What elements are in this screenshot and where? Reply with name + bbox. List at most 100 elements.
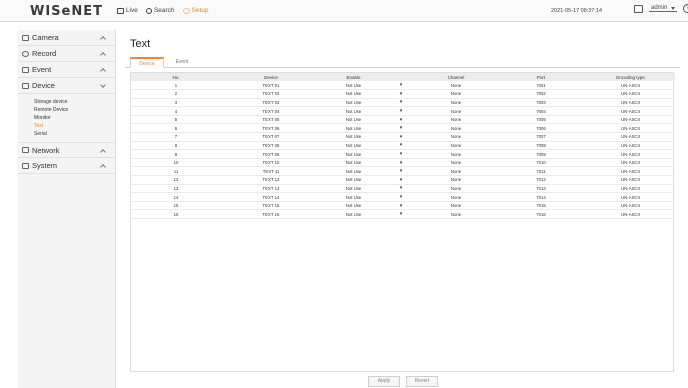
- sidebar-item-system[interactable]: System: [18, 158, 115, 174]
- encoding-type-cell[interactable]: UN-ASCII: [586, 133, 675, 142]
- encoding-type-cell[interactable]: UN-ASCII: [586, 81, 675, 90]
- enable-select[interactable]: Not Use: [321, 184, 386, 193]
- enable-dropdown-icon[interactable]: ▾: [386, 98, 416, 107]
- enable-select[interactable]: Not Use: [321, 90, 386, 99]
- enable-select[interactable]: Not Use: [321, 150, 386, 159]
- enable-dropdown-icon[interactable]: ▾: [386, 115, 416, 124]
- port-cell[interactable]: 7014: [496, 193, 586, 202]
- enable-dropdown-icon[interactable]: ▾: [386, 150, 416, 159]
- enable-dropdown-icon[interactable]: ▾: [386, 81, 416, 90]
- apply-button[interactable]: Apply: [368, 376, 400, 387]
- enable-dropdown-icon[interactable]: ▾: [386, 167, 416, 176]
- user-dropdown[interactable]: admin: [649, 5, 677, 12]
- enable-dropdown-icon[interactable]: ▾: [386, 124, 416, 133]
- channel-cell[interactable]: None: [416, 150, 496, 159]
- port-cell[interactable]: 7010: [496, 158, 586, 167]
- logout-icon[interactable]: [634, 4, 643, 13]
- port-cell[interactable]: 7003: [496, 98, 586, 107]
- enable-select[interactable]: Not Use: [321, 98, 386, 107]
- port-cell[interactable]: 7009: [496, 150, 586, 159]
- channel-cell[interactable]: None: [416, 98, 496, 107]
- port-cell[interactable]: 7011: [496, 167, 586, 176]
- enable-select[interactable]: Not Use: [321, 133, 386, 142]
- channel-cell[interactable]: None: [416, 176, 496, 185]
- revert-button[interactable]: Revert: [406, 376, 438, 387]
- submenu-monitor[interactable]: Monitor: [34, 114, 115, 122]
- enable-select[interactable]: Not Use: [321, 141, 386, 150]
- encoding-type-cell[interactable]: UN-ASCII: [586, 124, 675, 133]
- channel-cell[interactable]: None: [416, 81, 496, 90]
- channel-cell[interactable]: None: [416, 107, 496, 116]
- sidebar-item-event[interactable]: Event: [18, 62, 115, 78]
- nav-search[interactable]: Search: [145, 7, 175, 14]
- encoding-type-cell[interactable]: UN-ASCII: [586, 141, 675, 150]
- enable-dropdown-icon[interactable]: ▾: [386, 90, 416, 99]
- encoding-type-cell[interactable]: UN-ASCII: [586, 176, 675, 185]
- sidebar-item-record[interactable]: Record: [18, 46, 115, 62]
- channel-cell[interactable]: None: [416, 141, 496, 150]
- enable-select[interactable]: Not Use: [321, 81, 386, 90]
- enable-select[interactable]: Not Use: [321, 193, 386, 202]
- encoding-type-cell[interactable]: UN-ASCII: [586, 90, 675, 99]
- enable-dropdown-icon[interactable]: ▾: [386, 193, 416, 202]
- encoding-type-cell[interactable]: UN-ASCII: [586, 201, 675, 210]
- channel-cell[interactable]: None: [416, 201, 496, 210]
- submenu-storage-device[interactable]: Storage device: [34, 98, 115, 106]
- submenu-remote-device[interactable]: Remote Device: [34, 106, 115, 114]
- channel-cell[interactable]: None: [416, 115, 496, 124]
- tab-device[interactable]: Device: [130, 57, 164, 68]
- encoding-type-cell[interactable]: UN-ASCII: [586, 115, 675, 124]
- help-icon[interactable]: ?: [683, 4, 688, 13]
- enable-select[interactable]: Not Use: [321, 201, 386, 210]
- nav-live[interactable]: Live: [117, 7, 138, 14]
- channel-cell[interactable]: None: [416, 210, 496, 219]
- port-cell[interactable]: 7013: [496, 184, 586, 193]
- port-cell[interactable]: 7002: [496, 90, 586, 99]
- enable-select[interactable]: Not Use: [321, 124, 386, 133]
- encoding-type-cell[interactable]: UN-ASCII: [586, 107, 675, 116]
- enable-select[interactable]: Not Use: [321, 115, 386, 124]
- port-cell[interactable]: 7016: [496, 210, 586, 219]
- enable-dropdown-icon[interactable]: ▾: [386, 158, 416, 167]
- channel-cell[interactable]: None: [416, 167, 496, 176]
- tab-event[interactable]: Event: [165, 57, 199, 68]
- port-cell[interactable]: 7004: [496, 107, 586, 116]
- channel-cell[interactable]: None: [416, 90, 496, 99]
- encoding-type-cell[interactable]: UN-ASCII: [586, 184, 675, 193]
- enable-select[interactable]: Not Use: [321, 158, 386, 167]
- channel-cell[interactable]: None: [416, 133, 496, 142]
- enable-select[interactable]: Not Use: [321, 176, 386, 185]
- sidebar-item-device[interactable]: Device: [18, 78, 115, 94]
- submenu-text[interactable]: Text: [34, 122, 115, 130]
- channel-cell[interactable]: None: [416, 184, 496, 193]
- port-cell[interactable]: 7012: [496, 176, 586, 185]
- encoding-type-cell[interactable]: UN-ASCII: [586, 98, 675, 107]
- enable-dropdown-icon[interactable]: ▾: [386, 201, 416, 210]
- port-cell[interactable]: 7015: [496, 201, 586, 210]
- submenu-serial[interactable]: Serial: [34, 130, 115, 138]
- enable-dropdown-icon[interactable]: ▾: [386, 133, 416, 142]
- sidebar-item-camera[interactable]: Camera: [18, 30, 115, 46]
- enable-dropdown-icon[interactable]: ▾: [386, 176, 416, 185]
- encoding-type-cell[interactable]: UN-ASCII: [586, 150, 675, 159]
- channel-cell[interactable]: None: [416, 193, 496, 202]
- enable-select[interactable]: Not Use: [321, 107, 386, 116]
- encoding-type-cell[interactable]: UN-ASCII: [586, 210, 675, 219]
- channel-cell[interactable]: None: [416, 158, 496, 167]
- port-cell[interactable]: 7006: [496, 124, 586, 133]
- port-cell[interactable]: 7008: [496, 141, 586, 150]
- enable-dropdown-icon[interactable]: ▾: [386, 141, 416, 150]
- port-cell[interactable]: 7001: [496, 81, 586, 90]
- encoding-type-cell[interactable]: UN-ASCII: [586, 193, 675, 202]
- port-cell[interactable]: 7007: [496, 133, 586, 142]
- enable-dropdown-icon[interactable]: ▾: [386, 107, 416, 116]
- sidebar-item-network[interactable]: Network: [18, 142, 115, 158]
- channel-cell[interactable]: None: [416, 124, 496, 133]
- encoding-type-cell[interactable]: UN-ASCII: [586, 167, 675, 176]
- port-cell[interactable]: 7005: [496, 115, 586, 124]
- enable-select[interactable]: Not Use: [321, 210, 386, 219]
- enable-dropdown-icon[interactable]: ▾: [386, 184, 416, 193]
- enable-dropdown-icon[interactable]: ▾: [386, 210, 416, 219]
- enable-select[interactable]: Not Use: [321, 167, 386, 176]
- encoding-type-cell[interactable]: UN-ASCII: [586, 158, 675, 167]
